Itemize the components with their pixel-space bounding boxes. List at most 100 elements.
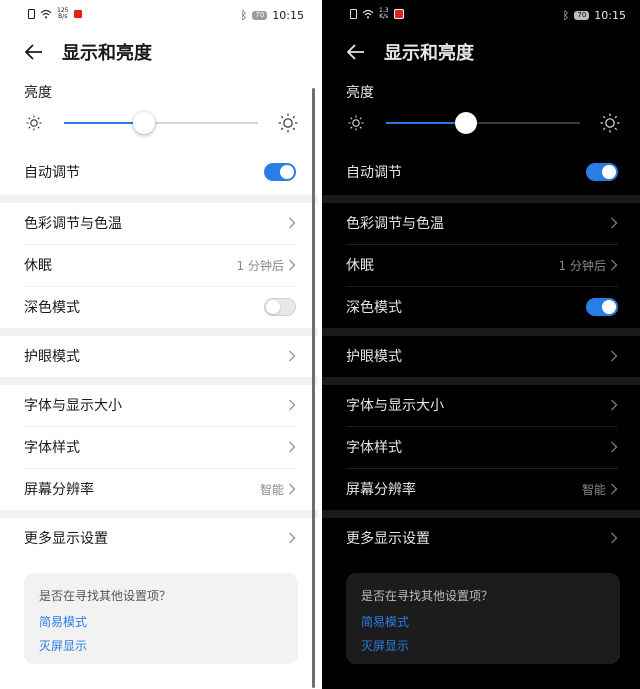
chevron-right-icon	[611, 259, 618, 271]
font-size-row[interactable]: 字体与显示大小	[24, 384, 296, 426]
dark-mode-toggle[interactable]	[264, 298, 296, 316]
auto-adjust-row[interactable]: 自动调节	[346, 151, 618, 193]
more-display-label: 更多显示设置	[346, 531, 430, 547]
sleep-row[interactable]: 休眠 1 分钟后	[346, 244, 618, 286]
font-size-row[interactable]: 字体与显示大小	[346, 384, 618, 426]
more-display-row[interactable]: 更多显示设置	[24, 517, 296, 559]
dark-mode-row[interactable]: 深色模式	[346, 286, 618, 328]
clock: 10:15	[272, 9, 304, 22]
chevron-right-icon	[611, 483, 618, 495]
sleep-label: 休眠	[24, 258, 52, 274]
slider-fill	[64, 122, 144, 124]
simple-mode-link[interactable]: 简易模式	[39, 613, 283, 630]
resolution-row[interactable]: 屏幕分辨率 智能	[24, 468, 296, 510]
dark-mode-screen: 1.3 K/s ᛒ 70 10:15 显示和亮度 亮度 自动调节 色彩调节与色温…	[322, 0, 640, 689]
dark-mode-row[interactable]: 深色模式	[24, 286, 296, 328]
chevron-right-icon	[611, 532, 618, 544]
app-notification-icon	[73, 9, 84, 19]
chevron-right-icon	[611, 441, 618, 453]
color-temp-row[interactable]: 色彩调节与色温	[24, 202, 296, 244]
slider-thumb[interactable]	[454, 112, 477, 134]
status-bar: 1.3 K/s ᛒ 70 10:15	[322, 0, 640, 30]
sun-small-icon	[26, 115, 42, 131]
chevron-right-icon	[611, 217, 618, 229]
light-mode-screen: 125 B/s ᛒ 70 10:15 显示和亮度 亮度 自动调节 色彩调节与色温…	[0, 0, 318, 689]
slider-fill	[386, 122, 466, 124]
auto-adjust-label: 自动调节	[24, 165, 80, 181]
auto-adjust-toggle[interactable]	[264, 163, 296, 181]
scrollbar[interactable]	[312, 88, 315, 688]
sleep-label: 休眠	[346, 258, 374, 274]
always-on-display-link[interactable]: 灭屏显示	[361, 637, 605, 654]
chevron-right-icon	[289, 350, 296, 362]
auto-adjust-toggle[interactable]	[586, 163, 618, 181]
app-notification-icon	[393, 9, 404, 19]
battery-icon: 70	[574, 11, 590, 20]
dark-mode-toggle[interactable]	[586, 298, 618, 316]
clock: 10:15	[594, 9, 626, 22]
slider-track[interactable]	[386, 112, 580, 134]
chevron-right-icon	[611, 350, 618, 362]
bluetooth-icon: ᛒ	[562, 9, 570, 22]
back-arrow-icon[interactable]	[24, 42, 44, 62]
eye-comfort-label: 护眼模式	[346, 349, 402, 365]
color-temp-row[interactable]: 色彩调节与色温	[346, 202, 618, 244]
status-bar: 125 B/s ᛒ 70 10:15	[0, 0, 318, 30]
resolution-label: 屏幕分辨率	[24, 482, 94, 498]
suggestion-question: 是否在寻找其他设置项？	[39, 589, 172, 603]
dark-mode-label: 深色模式	[24, 300, 80, 316]
color-temp-label: 色彩调节与色温	[346, 216, 444, 232]
sim-icon	[28, 9, 35, 19]
network-speed: 1.3 K/s	[379, 7, 389, 20]
bluetooth-icon: ᛒ	[240, 9, 248, 22]
back-arrow-icon[interactable]	[346, 42, 366, 62]
dark-mode-label: 深色模式	[346, 300, 402, 316]
battery-icon: 70	[252, 11, 268, 20]
more-display-row[interactable]: 更多显示设置	[346, 517, 618, 559]
font-style-label: 字体样式	[346, 440, 402, 456]
brightness-slider[interactable]	[24, 110, 298, 136]
slider-thumb[interactable]	[132, 112, 155, 134]
chevron-right-icon	[289, 217, 296, 229]
sun-small-icon	[348, 115, 364, 131]
auto-adjust-row[interactable]: 自动调节	[24, 151, 296, 193]
color-temp-label: 色彩调节与色温	[24, 216, 122, 232]
sleep-value: 1 分钟后	[236, 258, 284, 273]
font-style-row[interactable]: 字体样式	[346, 426, 618, 468]
brightness-slider[interactable]	[346, 110, 620, 136]
resolution-label: 屏幕分辨率	[346, 482, 416, 498]
resolution-value: 智能	[259, 482, 284, 497]
suggestion-card: 是否在寻找其他设置项？ 简易模式 灭屏显示	[346, 573, 620, 664]
more-display-label: 更多显示设置	[24, 531, 108, 547]
page-title: 显示和亮度	[62, 43, 152, 64]
wifi-icon	[40, 9, 52, 19]
resolution-value: 智能	[581, 482, 606, 497]
font-size-label: 字体与显示大小	[24, 398, 122, 414]
eye-comfort-row[interactable]: 护眼模式	[24, 335, 296, 377]
sleep-value: 1 分钟后	[558, 258, 606, 273]
suggestion-question: 是否在寻找其他设置项？	[361, 589, 494, 603]
wifi-icon	[362, 9, 374, 19]
simple-mode-link[interactable]: 简易模式	[361, 613, 605, 630]
chevron-right-icon	[289, 399, 296, 411]
chevron-right-icon	[289, 441, 296, 453]
sun-large-icon	[278, 113, 298, 133]
eye-comfort-label: 护眼模式	[24, 349, 80, 365]
network-speed: 125 B/s	[57, 7, 69, 20]
eye-comfort-row[interactable]: 护眼模式	[346, 335, 618, 377]
font-style-label: 字体样式	[24, 440, 80, 456]
sun-large-icon	[600, 113, 620, 133]
brightness-label: 亮度	[24, 85, 52, 101]
page-title: 显示和亮度	[384, 43, 474, 64]
font-style-row[interactable]: 字体样式	[24, 426, 296, 468]
resolution-row[interactable]: 屏幕分辨率 智能	[346, 468, 618, 510]
auto-adjust-label: 自动调节	[346, 165, 402, 181]
chevron-right-icon	[289, 532, 296, 544]
brightness-label: 亮度	[346, 85, 374, 101]
slider-track[interactable]	[64, 112, 258, 134]
chevron-right-icon	[611, 399, 618, 411]
suggestion-card: 是否在寻找其他设置项？ 简易模式 灭屏显示	[24, 573, 298, 664]
sim-icon	[350, 9, 357, 19]
always-on-display-link[interactable]: 灭屏显示	[39, 637, 283, 654]
sleep-row[interactable]: 休眠 1 分钟后	[24, 244, 296, 286]
